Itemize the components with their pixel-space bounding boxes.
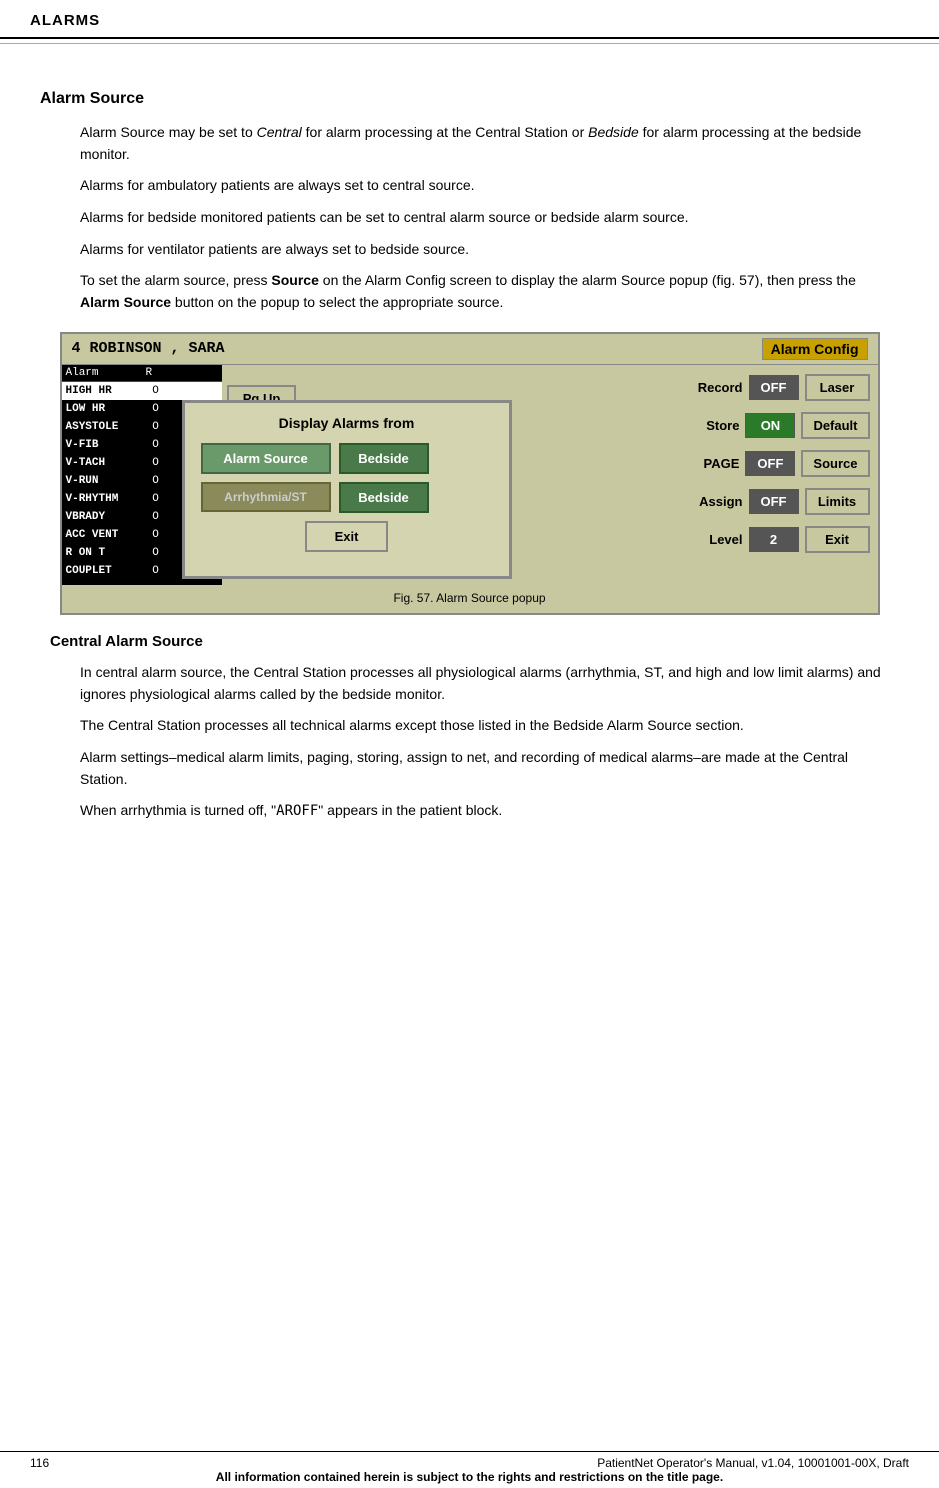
section2-para1: In central alarm source, the Central Sta…	[80, 662, 899, 705]
limits-button[interactable]: Limits	[805, 488, 870, 515]
header-title: ALARMS	[30, 12, 100, 29]
level-value[interactable]: 2	[749, 527, 799, 552]
section1-para3: Alarms for bedside monitored patients ca…	[80, 207, 899, 229]
monitor-body: Alarm R HIGH HR O LOW HR O ASYSTOLE O	[62, 365, 878, 585]
store-label: Store	[679, 418, 739, 433]
section1-para4: Alarms for ventilator patients are alway…	[80, 239, 899, 261]
page-header: ALARMS	[0, 0, 939, 39]
figure-container: 4 ROBINSON , SARA Alarm Config Alarm R H…	[60, 332, 880, 615]
footer-page-number: 116	[30, 1456, 49, 1470]
section1-title: Alarm Source	[40, 90, 899, 108]
section2-para4: When arrhythmia is turned off, "AROFF" a…	[80, 800, 899, 823]
exit-button[interactable]: Exit	[805, 526, 870, 553]
default-button[interactable]: Default	[801, 412, 869, 439]
arrhythmia-button[interactable]: Arrhythmia/ST	[201, 482, 331, 512]
popup-exit-button[interactable]: Exit	[305, 521, 389, 552]
popup-alarm-source-row: Alarm Source Bedside	[201, 443, 493, 474]
arrhythmia-value: Bedside	[339, 482, 429, 513]
level-label: Level	[683, 532, 743, 547]
page-toggle[interactable]: OFF	[745, 451, 795, 476]
section2-para2: The Central Station processes all techni…	[80, 715, 899, 737]
popup-exit-row: Exit	[201, 521, 493, 552]
page-label: PAGE	[679, 456, 739, 471]
alarm-col-header: Alarm	[66, 367, 146, 379]
footer-top: 116 PatientNet Operator's Manual, v1.04,…	[30, 1456, 909, 1470]
popup-arrhythmia-row: Arrhythmia/ST Bedside	[201, 482, 493, 513]
popup-title: Display Alarms from	[201, 415, 493, 431]
alarm-r-header: R	[146, 367, 166, 379]
figure-caption: Fig. 57. Alarm Source popup	[62, 585, 878, 613]
monitor-title-bar: 4 ROBINSON , SARA Alarm Config	[62, 334, 878, 365]
laser-button[interactable]: Laser	[805, 374, 870, 401]
footer-doc-info: PatientNet Operator's Manual, v1.04, 100…	[597, 1456, 909, 1470]
alarm-source-button[interactable]: Alarm Source	[201, 443, 331, 474]
record-label: Record	[683, 380, 743, 395]
monitor-patient-id: 4 ROBINSON , SARA	[72, 340, 225, 357]
alarm-source-popup: Display Alarms from Alarm Source Bedside…	[182, 400, 512, 579]
section2-title: Central Alarm Source	[40, 633, 899, 650]
source-button[interactable]: Source	[801, 450, 869, 477]
section1-para2: Alarms for ambulatory patients are alway…	[80, 175, 899, 197]
page-content: Alarm Source Alarm Source may be set to …	[0, 60, 939, 853]
section1-para5: To set the alarm source, press Source on…	[80, 270, 899, 313]
assign-label: Assign	[683, 494, 743, 509]
record-toggle[interactable]: OFF	[749, 375, 799, 400]
alarm-list-header: Alarm R	[62, 365, 222, 382]
assign-toggle[interactable]: OFF	[749, 489, 799, 514]
monitor-screen: 4 ROBINSON , SARA Alarm Config Alarm R H…	[62, 334, 878, 585]
store-toggle[interactable]: ON	[745, 413, 795, 438]
section2-para3: Alarm settings–medical alarm limits, pag…	[80, 747, 899, 790]
section1-para1: Alarm Source may be set to Central for a…	[80, 122, 899, 165]
alarm-row: HIGH HR O	[62, 382, 222, 400]
monitor-screen-title: Alarm Config	[762, 338, 868, 360]
alarm-source-value: Bedside	[339, 443, 429, 474]
footer-disclaimer: All information contained herein is subj…	[30, 1470, 909, 1484]
page-footer: 116 PatientNet Operator's Manual, v1.04,…	[0, 1451, 939, 1488]
